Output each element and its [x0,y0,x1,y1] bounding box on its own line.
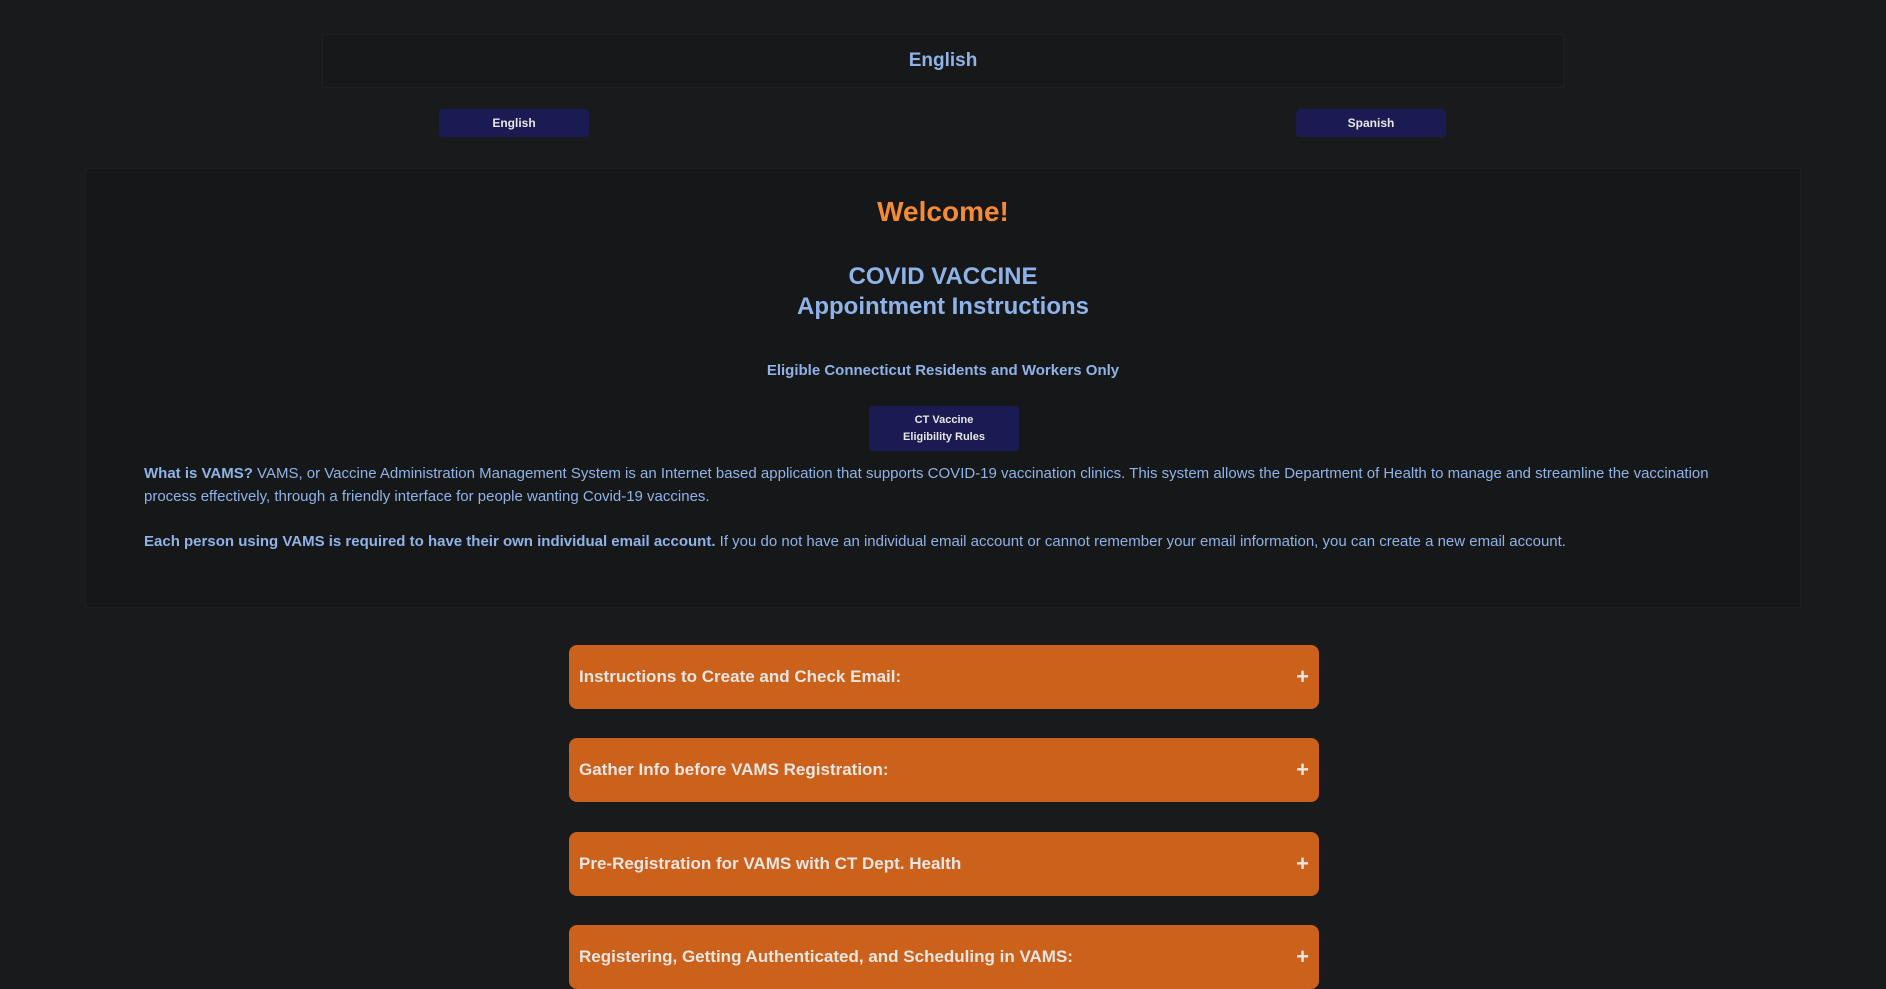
plus-icon: + [1296,757,1309,782]
accordion-registering-scheduling[interactable]: Registering, Getting Authenticated, and … [569,925,1319,989]
language-header: English [322,34,1564,88]
accordion-create-email[interactable]: Instructions to Create and Check Email: … [569,645,1319,709]
email-requirement-paragraph: Each person using VAMS is required to ha… [144,530,1744,553]
eligibility-note: Eligible Connecticut Residents and Worke… [766,362,1120,379]
plus-icon: + [1296,944,1309,969]
plus-icon: + [1296,851,1309,876]
accordion-pre-registration[interactable]: Pre-Registration for VAMS with CT Dept. … [569,832,1319,896]
welcome-title: Welcome! [877,196,1009,227]
title-line-appointment-instructions: Appointment Instructions [797,293,1089,320]
accordion-label: Instructions to Create and Check Email: [579,667,902,686]
vams-description: What is VAMS? VAMS, or Vaccine Administr… [144,462,1744,508]
accordion-gather-info[interactable]: Gather Info before VAMS Registration: + [569,738,1319,802]
spanish-button[interactable]: Spanish [1296,109,1446,137]
eligibility-rules-button[interactable]: CT Vaccine Eligibility Rules [869,406,1019,451]
language-header-title: English [908,50,978,71]
page-title: COVID VACCINE Appointment Instructions [0,262,1886,322]
vams-question: What is VAMS? [144,465,253,482]
accordion-label: Registering, Getting Authenticated, and … [579,947,1073,966]
accordion-label: Pre-Registration for VAMS with CT Dept. … [579,854,962,873]
rules-button-line1: CT Vaccine [914,413,974,426]
title-line-covid-vaccine: COVID VACCINE [848,263,1038,290]
vams-text: VAMS, or Vaccine Administration Manageme… [144,465,1709,505]
rules-button-line2: Eligibility Rules [903,430,985,443]
email-requirement: Each person using VAMS is required to ha… [144,533,716,550]
plus-icon: + [1296,664,1309,689]
english-button[interactable]: English [439,109,589,137]
email-text: If you do not have an individual email a… [715,533,1566,550]
accordion-label: Gather Info before VAMS Registration: [579,760,889,779]
